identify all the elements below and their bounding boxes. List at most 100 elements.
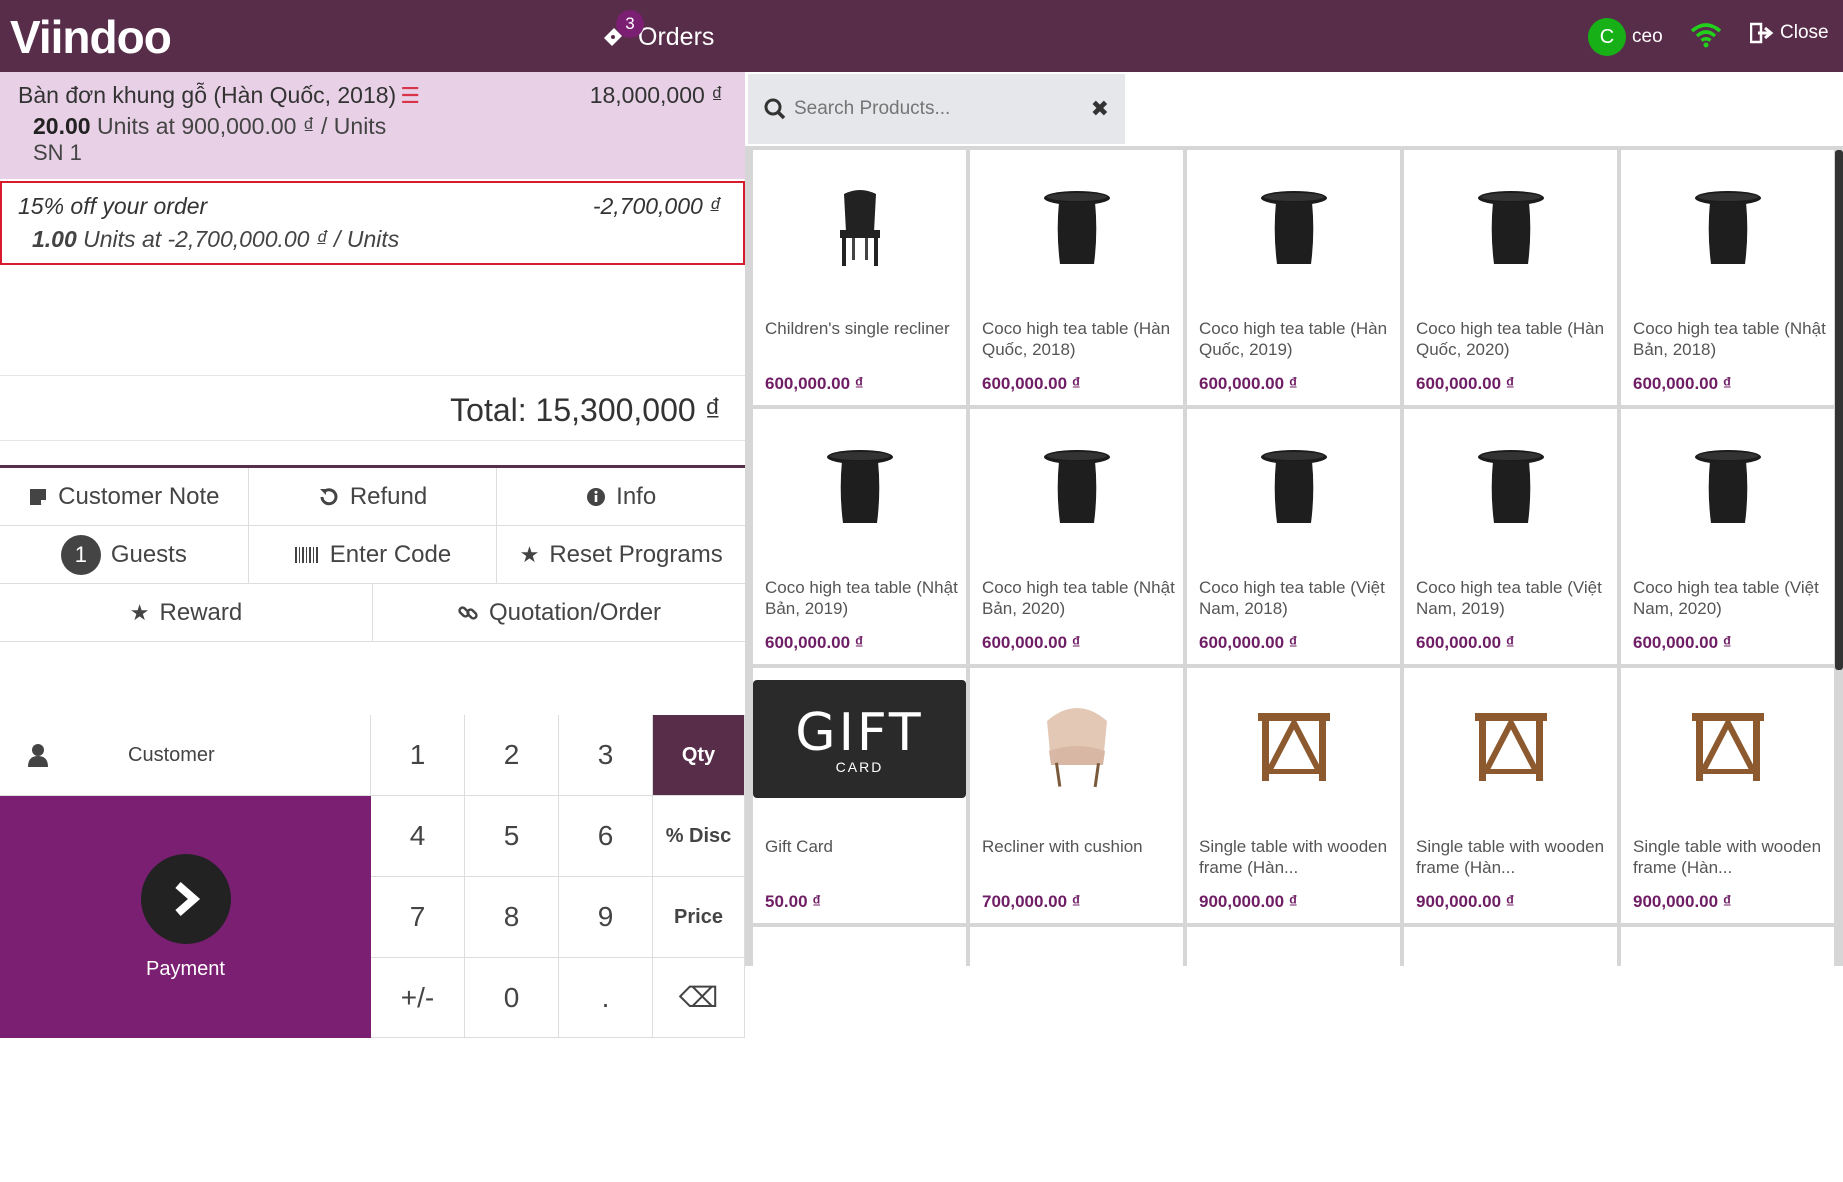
product-name: Single table with wooden frame (Hàn...	[1633, 837, 1822, 877]
table-icon	[1621, 150, 1834, 305]
order-panel: Bàn đơn khung gỗ (Hàn Quốc, 2018) ☰ 18,00…	[0, 72, 746, 1038]
product-price: 700,000.00 ₫	[982, 892, 1081, 911]
table-icon	[1404, 150, 1617, 305]
product-card[interactable]: Recliner with cushion 700,000.00 ₫	[970, 668, 1183, 923]
wooden-table-icon	[1187, 668, 1400, 823]
customer-note-button[interactable]: Customer Note	[0, 468, 249, 525]
backspace-icon[interactable]: ⌫	[653, 958, 745, 1038]
reward-info: 1.00 Units at -2,700,000.00 ₫ / Units	[32, 226, 400, 252]
refund-button[interactable]: Refund	[248, 468, 498, 525]
reward-button[interactable]: ★ Reward	[0, 584, 373, 641]
close-button[interactable]: Close	[1750, 22, 1829, 44]
product-list: Children's single recliner 600,000.00 ₫ Co…	[753, 150, 1835, 1182]
product-card[interactable]: Single table with wooden frame (Hàn... 90…	[1404, 668, 1617, 923]
numpad-key-1[interactable]: 1	[371, 715, 465, 796]
top-bar: Viindoo 3 Orders C ceo Close	[0, 0, 1843, 72]
product-price: 600,000.00 ₫	[1416, 374, 1515, 393]
product-name: Coco high tea table (Việt Nam, 2019)	[1416, 578, 1602, 618]
orderline-info: 20.00 Units at 900,000.00 ₫ / Units	[33, 113, 387, 139]
product-card[interactable]: Single table with wooden frame (Hàn... 90…	[1187, 668, 1400, 923]
product-price: 900,000.00 ₫	[1199, 892, 1298, 911]
orders-button[interactable]: 3 Orders	[600, 10, 715, 56]
product-card[interactable]	[1187, 927, 1400, 1182]
numpad-key-9[interactable]: 9	[559, 877, 653, 958]
undo-icon	[319, 487, 338, 505]
product-price: 600,000.00 ₫	[982, 633, 1081, 652]
product-card[interactable]	[970, 927, 1183, 1182]
wifi-icon	[1690, 23, 1722, 48]
product-card[interactable]	[1404, 927, 1617, 1182]
enter-code-button[interactable]: Enter Code	[248, 526, 498, 583]
reset-programs-button[interactable]: ★ Reset Programs	[497, 526, 746, 583]
info-button[interactable]: Info	[497, 468, 746, 525]
product-name: Gift Card	[765, 837, 834, 856]
mode-price-button[interactable]: Price	[653, 877, 745, 958]
star-icon: ★	[519, 541, 540, 567]
orders-count-badge: 3	[616, 10, 644, 38]
numpad-key-4[interactable]: 4	[371, 796, 465, 877]
product-price: 600,000.00 ₫	[1633, 374, 1732, 393]
search-box: ✖	[748, 74, 1125, 144]
product-price: 600,000.00 ₫	[1199, 374, 1298, 393]
product-name: Children's single recliner	[765, 319, 950, 338]
chevron-right-icon	[140, 853, 231, 944]
product-name: Coco high tea table (Hàn Quốc, 2018)	[982, 319, 1171, 359]
control-buttons: Customer Note Refund Info 1 Guests Enter…	[0, 465, 746, 642]
numpad-key-6[interactable]: 6	[559, 796, 653, 877]
product-name: Coco high tea table (Việt Nam, 2020)	[1633, 578, 1819, 618]
product-card[interactable]: Coco high tea table (Việt Nam, 2018) 600,…	[1187, 409, 1400, 664]
set-customer-button[interactable]: Customer	[0, 715, 371, 796]
orderline-price: 18,000,000 ₫	[589, 82, 723, 108]
order-total: Total: 15,300,000 ₫	[0, 375, 745, 441]
orders-label: Orders	[638, 22, 715, 51]
product-card[interactable]: Coco high tea table (Việt Nam, 2019) 600,…	[1404, 409, 1617, 664]
numpad-key-0[interactable]: 0	[465, 958, 559, 1038]
wooden-table-icon	[1621, 668, 1834, 823]
close-icon[interactable]: ✖	[1091, 96, 1109, 122]
product-card[interactable]	[753, 927, 966, 1182]
orderline-selected[interactable]: Bàn đơn khung gỗ (Hàn Quốc, 2018) ☰ 18,00…	[0, 72, 745, 179]
armchair-icon	[970, 668, 1183, 823]
product-card[interactable]: Coco high tea table (Hàn Quốc, 2020) 600,…	[1404, 150, 1617, 405]
numpad-key-8[interactable]: 8	[465, 877, 559, 958]
search-input[interactable]	[794, 98, 1083, 120]
product-price: 600,000.00 ₫	[1416, 633, 1515, 652]
link-icon	[458, 605, 478, 620]
user-icon	[28, 744, 48, 767]
payment-button[interactable]: Payment	[0, 796, 371, 1038]
close-label: Close	[1780, 22, 1829, 43]
product-card[interactable]: Coco high tea table (Việt Nam, 2020) 600,…	[1621, 409, 1834, 664]
numpad-area: Customer Payment 1 2 3 Qty 4 5 6 % Disc …	[0, 715, 745, 1038]
search-bar: ✖	[745, 72, 1843, 146]
product-price: 600,000.00 ₫	[1633, 633, 1732, 652]
quotation-order-button[interactable]: Quotation/Order	[373, 584, 745, 641]
user-menu[interactable]: C ceo	[1588, 18, 1663, 56]
numpad-key-2[interactable]: 2	[465, 715, 559, 796]
mode-qty-button[interactable]: Qty	[653, 715, 745, 796]
mode-discount-button[interactable]: % Disc	[653, 796, 745, 877]
numpad-key-3[interactable]: 3	[559, 715, 653, 796]
product-card[interactable]: GIFT CARD Gift Card 50.00 ₫	[753, 668, 966, 923]
product-card[interactable]: Coco high tea table (Nhật Bản, 2018) 600,…	[1621, 150, 1834, 405]
product-card[interactable]: Coco high tea table (Hàn Quốc, 2018) 600,…	[970, 150, 1183, 405]
numpad-key-plus-minus[interactable]: +/-	[371, 958, 465, 1038]
product-card[interactable]: Single table with wooden frame (Hàn... 90…	[1621, 668, 1834, 923]
product-screen: ✖ Children's single recliner 600,000.00 ₫…	[745, 72, 1843, 1182]
barcode-icon	[294, 546, 318, 563]
scrollbar[interactable]	[1835, 150, 1843, 670]
product-card[interactable]: Coco high tea table (Hàn Quốc, 2019) 600,…	[1187, 150, 1400, 405]
numpad-key-7[interactable]: 7	[371, 877, 465, 958]
product-card[interactable]: Coco high tea table (Nhật Bản, 2019) 600,…	[753, 409, 966, 664]
product-name: Coco high tea table (Hàn Quốc, 2019)	[1199, 319, 1388, 359]
product-card[interactable]: Coco high tea table (Nhật Bản, 2020) 600,…	[970, 409, 1183, 664]
lot-list-icon[interactable]: ☰	[400, 83, 420, 108]
numpad-key-decimal[interactable]: .	[559, 958, 653, 1038]
guests-button[interactable]: 1 Guests	[0, 526, 249, 583]
product-card[interactable]	[1621, 927, 1834, 1182]
numpad-key-5[interactable]: 5	[465, 796, 559, 877]
product-price: 900,000.00 ₫	[1633, 892, 1732, 911]
product-name: Coco high tea table (Nhật Bản, 2018)	[1633, 319, 1826, 359]
note-icon	[30, 488, 47, 505]
product-card[interactable]: Children's single recliner 600,000.00 ₫	[753, 150, 966, 405]
orderline-reward[interactable]: 15% off your order -2,700,000 ₫ 1.00 Uni…	[0, 181, 745, 265]
